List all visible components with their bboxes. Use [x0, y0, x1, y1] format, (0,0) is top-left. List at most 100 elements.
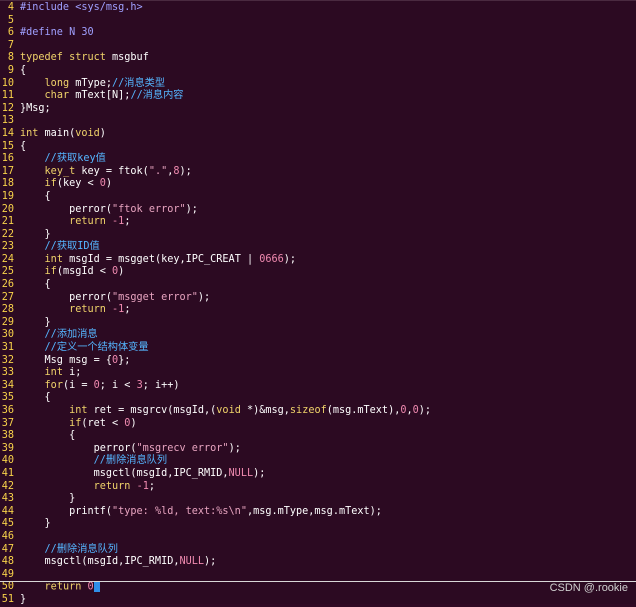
- code-line[interactable]: 15 {: [0, 141, 636, 154]
- code-line[interactable]: 32 Msg msg = {0};: [0, 355, 636, 368]
- code-line[interactable]: 41 msgctl(msgId,IPC_RMID,NULL);: [0, 468, 636, 481]
- line-text: int main(void): [20, 127, 106, 139]
- code-line[interactable]: 8 typedef struct msgbuf: [0, 52, 636, 65]
- code-line[interactable]: 13: [0, 115, 636, 128]
- line-text: typedef struct msgbuf: [20, 52, 149, 64]
- watermark: CSDN @.rookie: [549, 582, 628, 594]
- line-text: #include <sys/msg.h>: [20, 2, 143, 13]
- line-number: 15: [1, 140, 14, 152]
- line-text: printf("type: %ld, text:%s\n",msg.mType,…: [20, 505, 382, 517]
- line-text: //添加消息: [44, 329, 98, 341]
- code-line[interactable]: 5: [0, 15, 636, 28]
- code-line[interactable]: 21 return -1;: [0, 216, 636, 229]
- code-line[interactable]: 28 return -1;: [0, 304, 636, 317]
- code-line[interactable]: 16 //获取key值: [0, 153, 636, 166]
- code-line[interactable]: 26 {: [0, 279, 636, 292]
- code-line[interactable]: 37 if(ret < 0): [0, 418, 636, 431]
- code-line[interactable]: 47 //删除消息队列: [0, 544, 636, 557]
- code-line[interactable]: 12}Msg;: [0, 103, 636, 116]
- code-line[interactable]: 42 return -1;: [0, 481, 636, 494]
- code-line[interactable]: 40 //删除消息队列: [0, 455, 636, 468]
- code-line[interactable]: 22 }: [0, 229, 636, 242]
- line-number: 13: [1, 115, 14, 127]
- line-text: //定义一个结构体变量: [44, 342, 149, 354]
- vim-editor[interactable]: 4 #include <sys/msg.h> 5 6 #define N 30 7 8 typ…: [0, 0, 636, 607]
- code-line[interactable]: 25 if(msgId < 0): [0, 266, 636, 279]
- line-text: return -1;: [69, 304, 131, 316]
- code-area[interactable]: 4 #include <sys/msg.h> 5 6 #define N 30 7 8 typ…: [0, 1, 636, 607]
- line-number: 45: [1, 518, 14, 530]
- line-text: int ret = msgrcv(msgId,(void *)&msg,size…: [69, 405, 432, 416]
- line-text: msgctl(msgId,IPC_RMID,NULL);: [20, 467, 266, 479]
- line-text: int i;: [44, 367, 82, 379]
- line-number: 17: [1, 165, 14, 177]
- line-number: 32: [1, 354, 14, 366]
- line-text: if(msgId < 0): [44, 266, 125, 278]
- line-number: 36: [1, 405, 14, 416]
- code-line[interactable]: 14 int main(void): [0, 128, 636, 141]
- line-text: perror("msgget error");: [20, 291, 211, 303]
- line-text: #define N 30: [20, 27, 94, 39]
- line-number: 20: [1, 203, 14, 215]
- code-line[interactable]: 9{: [0, 65, 636, 78]
- code-line[interactable]: 27 perror("msgget error");: [0, 292, 636, 305]
- code-line[interactable]: 43 }: [0, 493, 636, 506]
- code-line[interactable]: 29 }: [0, 317, 636, 330]
- code-line[interactable]: 4 #include <sys/msg.h>: [0, 2, 636, 15]
- code-line[interactable]: 34 for(i = 0; i < 3; i++): [0, 380, 636, 393]
- code-line[interactable]: 30 //添加消息: [0, 329, 636, 342]
- line-text: }Msg;: [20, 102, 51, 114]
- line-text: msgctl(msgId,IPC_RMID,NULL);: [20, 556, 217, 568]
- code-line[interactable]: 46: [0, 531, 636, 544]
- line-text: }: [20, 593, 27, 605]
- line-number: 37: [1, 417, 14, 429]
- line-text: int msgId = msgget(key,IPC_CREAT | 0666)…: [44, 253, 297, 265]
- code-line[interactable]: 45 }: [0, 518, 636, 531]
- code-line[interactable]: 18 if(key < 0): [0, 178, 636, 191]
- line-number: 40: [1, 455, 14, 467]
- code-line[interactable]: 33 int i;: [0, 367, 636, 380]
- line-number: 10: [1, 77, 14, 89]
- line-number: 43: [1, 493, 14, 505]
- code-line[interactable]: 49: [0, 569, 636, 582]
- line-number: 50: [1, 581, 14, 593]
- line-text: }: [20, 518, 51, 530]
- code-line[interactable]: 20 perror("ftok error");: [0, 204, 636, 217]
- code-line[interactable]: 24 int msgId = msgget(key,IPC_CREAT | 06…: [0, 254, 636, 267]
- code-line[interactable]: 51}: [0, 594, 636, 607]
- line-number: 8: [7, 52, 14, 64]
- code-line[interactable]: 19 {: [0, 191, 636, 204]
- line-number: 35: [1, 392, 14, 404]
- line-number: 26: [1, 279, 14, 291]
- code-line[interactable]: 50 return 0: [0, 581, 636, 594]
- line-number: 42: [1, 480, 14, 492]
- text-cursor: [93, 581, 100, 593]
- code-line[interactable]: 31 //定义一个结构体变量: [0, 342, 636, 355]
- code-line[interactable]: 44 printf("type: %ld, text:%s\n",msg.mTy…: [0, 506, 636, 519]
- line-text: //获取ID值: [44, 241, 100, 253]
- line-number: 23: [1, 241, 14, 253]
- line-number: 29: [1, 316, 14, 328]
- code-line[interactable]: 7: [0, 40, 636, 53]
- line-text: }: [20, 316, 51, 328]
- line-text: //获取key值: [44, 153, 106, 165]
- line-number: 16: [1, 153, 14, 165]
- code-line[interactable]: 39 perror("msgrecv error");: [0, 443, 636, 456]
- code-line[interactable]: 10 long mType;//消息类型: [0, 78, 636, 91]
- line-number: 30: [1, 329, 14, 341]
- line-text: {: [20, 140, 27, 152]
- code-line[interactable]: 17 key_t key = ftok(".",8);: [0, 166, 636, 179]
- code-line[interactable]: 48 msgctl(msgId,IPC_RMID,NULL);: [0, 556, 636, 569]
- line-text: Msg msg = {0};: [20, 354, 131, 366]
- line-text: }: [20, 493, 76, 505]
- code-line[interactable]: 36 int ret = msgrcv(msgId,(void *)&msg,s…: [0, 405, 636, 418]
- code-line[interactable]: 6 #define N 30: [0, 27, 636, 40]
- code-line[interactable]: 23 //获取ID值: [0, 241, 636, 254]
- code-line[interactable]: 38 {: [0, 430, 636, 443]
- line-number: 7: [7, 39, 14, 51]
- code-line[interactable]: 35 {: [0, 392, 636, 405]
- line-number: 48: [1, 556, 14, 568]
- code-line[interactable]: 11 char mText[N];//消息内容: [0, 90, 636, 103]
- line-text: return 0: [20, 581, 100, 594]
- line-number: 22: [1, 228, 14, 240]
